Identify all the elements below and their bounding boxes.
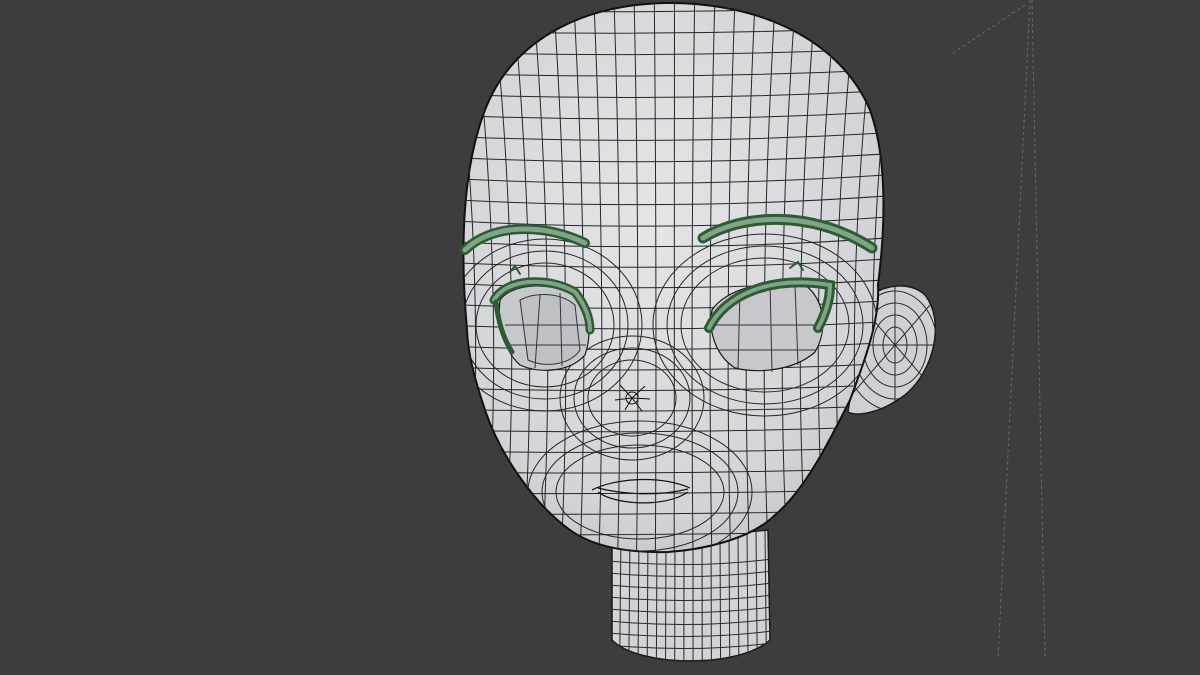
3d-viewport[interactable] xyxy=(0,0,1200,675)
right-eye[interactable] xyxy=(710,281,824,373)
viewport-scene[interactable] xyxy=(0,0,1200,675)
camera-guide-lines xyxy=(949,0,1046,661)
